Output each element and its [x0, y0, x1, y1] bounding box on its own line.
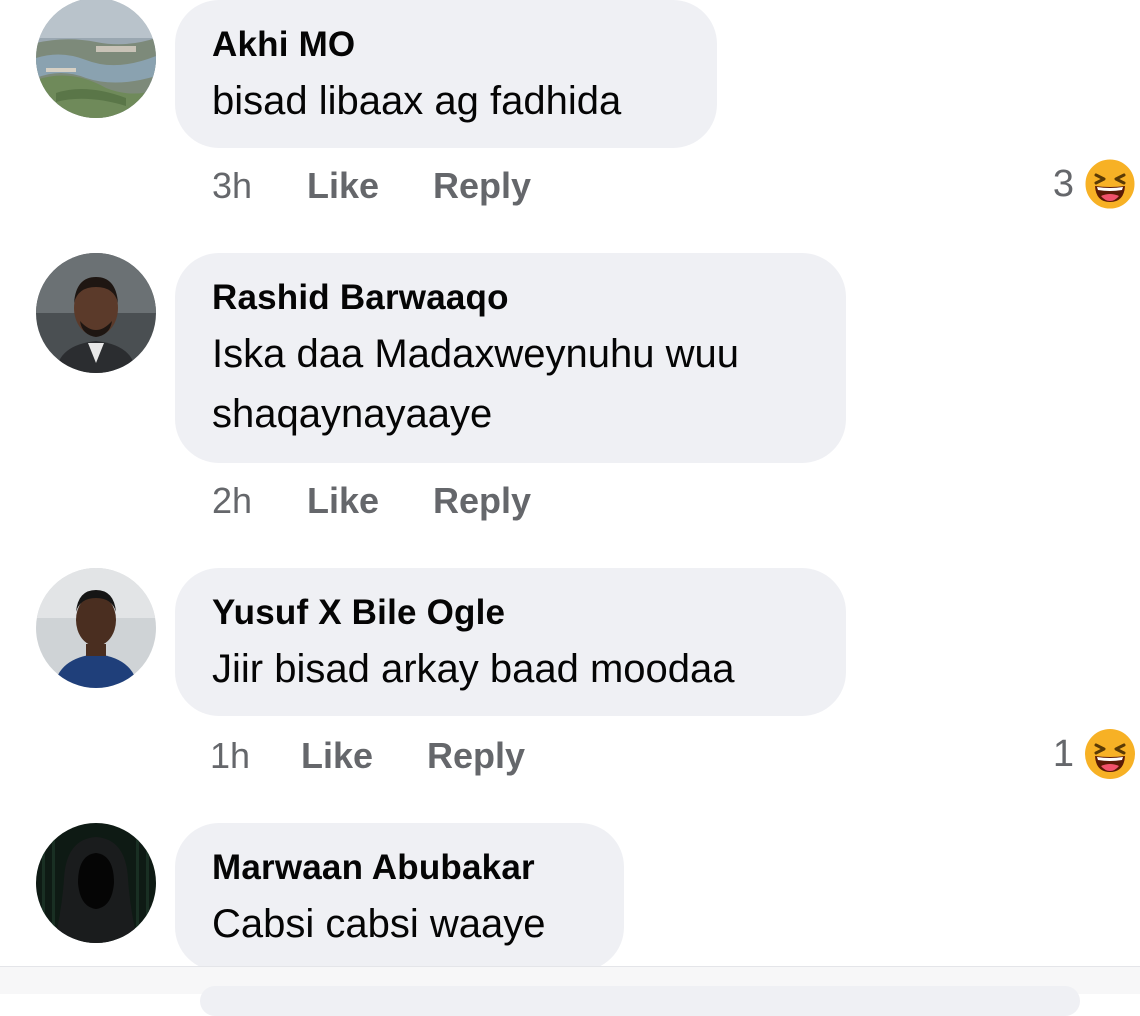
comment-text: Cabsi cabsi waaye	[212, 902, 546, 946]
comment-text: Jiir bisad arkay baad moodaa	[212, 647, 735, 691]
person-avatar-icon	[36, 568, 156, 688]
comment-bubble: Marwaan Abubakar Cabsi cabsi waaye	[175, 823, 624, 971]
comment-text-line: Iska daa Madaxweynuhu wuu	[212, 332, 739, 376]
reaction-count: 3	[1052, 162, 1074, 205]
comment-bubble: Yusuf X Bile Ogle Jiir bisad arkay baad …	[175, 568, 846, 716]
comment-text: Iska daa Madaxweynuhu wuu shaqaynayaaye	[212, 324, 810, 444]
reaction-summary[interactable]: 1	[1053, 728, 1136, 780]
avatar[interactable]	[36, 568, 156, 688]
landscape-avatar-icon	[36, 0, 156, 118]
comment-text-line: shaqaynayaaye	[212, 392, 493, 436]
reaction-count: 1	[1052, 732, 1074, 775]
comment-input[interactable]	[200, 986, 1080, 1016]
avatar[interactable]	[36, 823, 156, 943]
avatar[interactable]	[36, 253, 156, 373]
comment-bubble: Akhi MO bisad libaax ag fadhida	[175, 0, 717, 148]
comment-author[interactable]: Marwaan Abubakar	[212, 847, 588, 889]
person-avatar-icon	[36, 253, 156, 373]
comment-time[interactable]: 1h	[210, 736, 250, 776]
laughing-face-icon	[1084, 728, 1136, 780]
comment-bubble: Rashid Barwaaqo Iska daa Madaxweynuhu wu…	[175, 253, 846, 463]
comment-text: bisad libaax ag fadhida	[212, 79, 622, 123]
hooded-figure-avatar-icon	[36, 823, 156, 943]
avatar[interactable]	[36, 0, 156, 118]
comment-time[interactable]: 2h	[212, 481, 252, 521]
reaction-summary[interactable]: 3	[1053, 158, 1136, 210]
reply-button[interactable]: Reply	[427, 736, 525, 776]
comment-author[interactable]: Akhi MO	[212, 24, 681, 66]
like-button[interactable]: Like	[307, 166, 379, 206]
comment-time[interactable]: 3h	[212, 166, 252, 206]
reply-button[interactable]: Reply	[433, 166, 531, 206]
comment-author[interactable]: Rashid Barwaaqo	[212, 277, 810, 319]
like-button[interactable]: Like	[307, 481, 379, 521]
comment-author[interactable]: Yusuf X Bile Ogle	[212, 592, 810, 634]
like-button[interactable]: Like	[301, 736, 373, 776]
reply-button[interactable]: Reply	[433, 481, 531, 521]
laughing-face-icon	[1084, 158, 1136, 210]
